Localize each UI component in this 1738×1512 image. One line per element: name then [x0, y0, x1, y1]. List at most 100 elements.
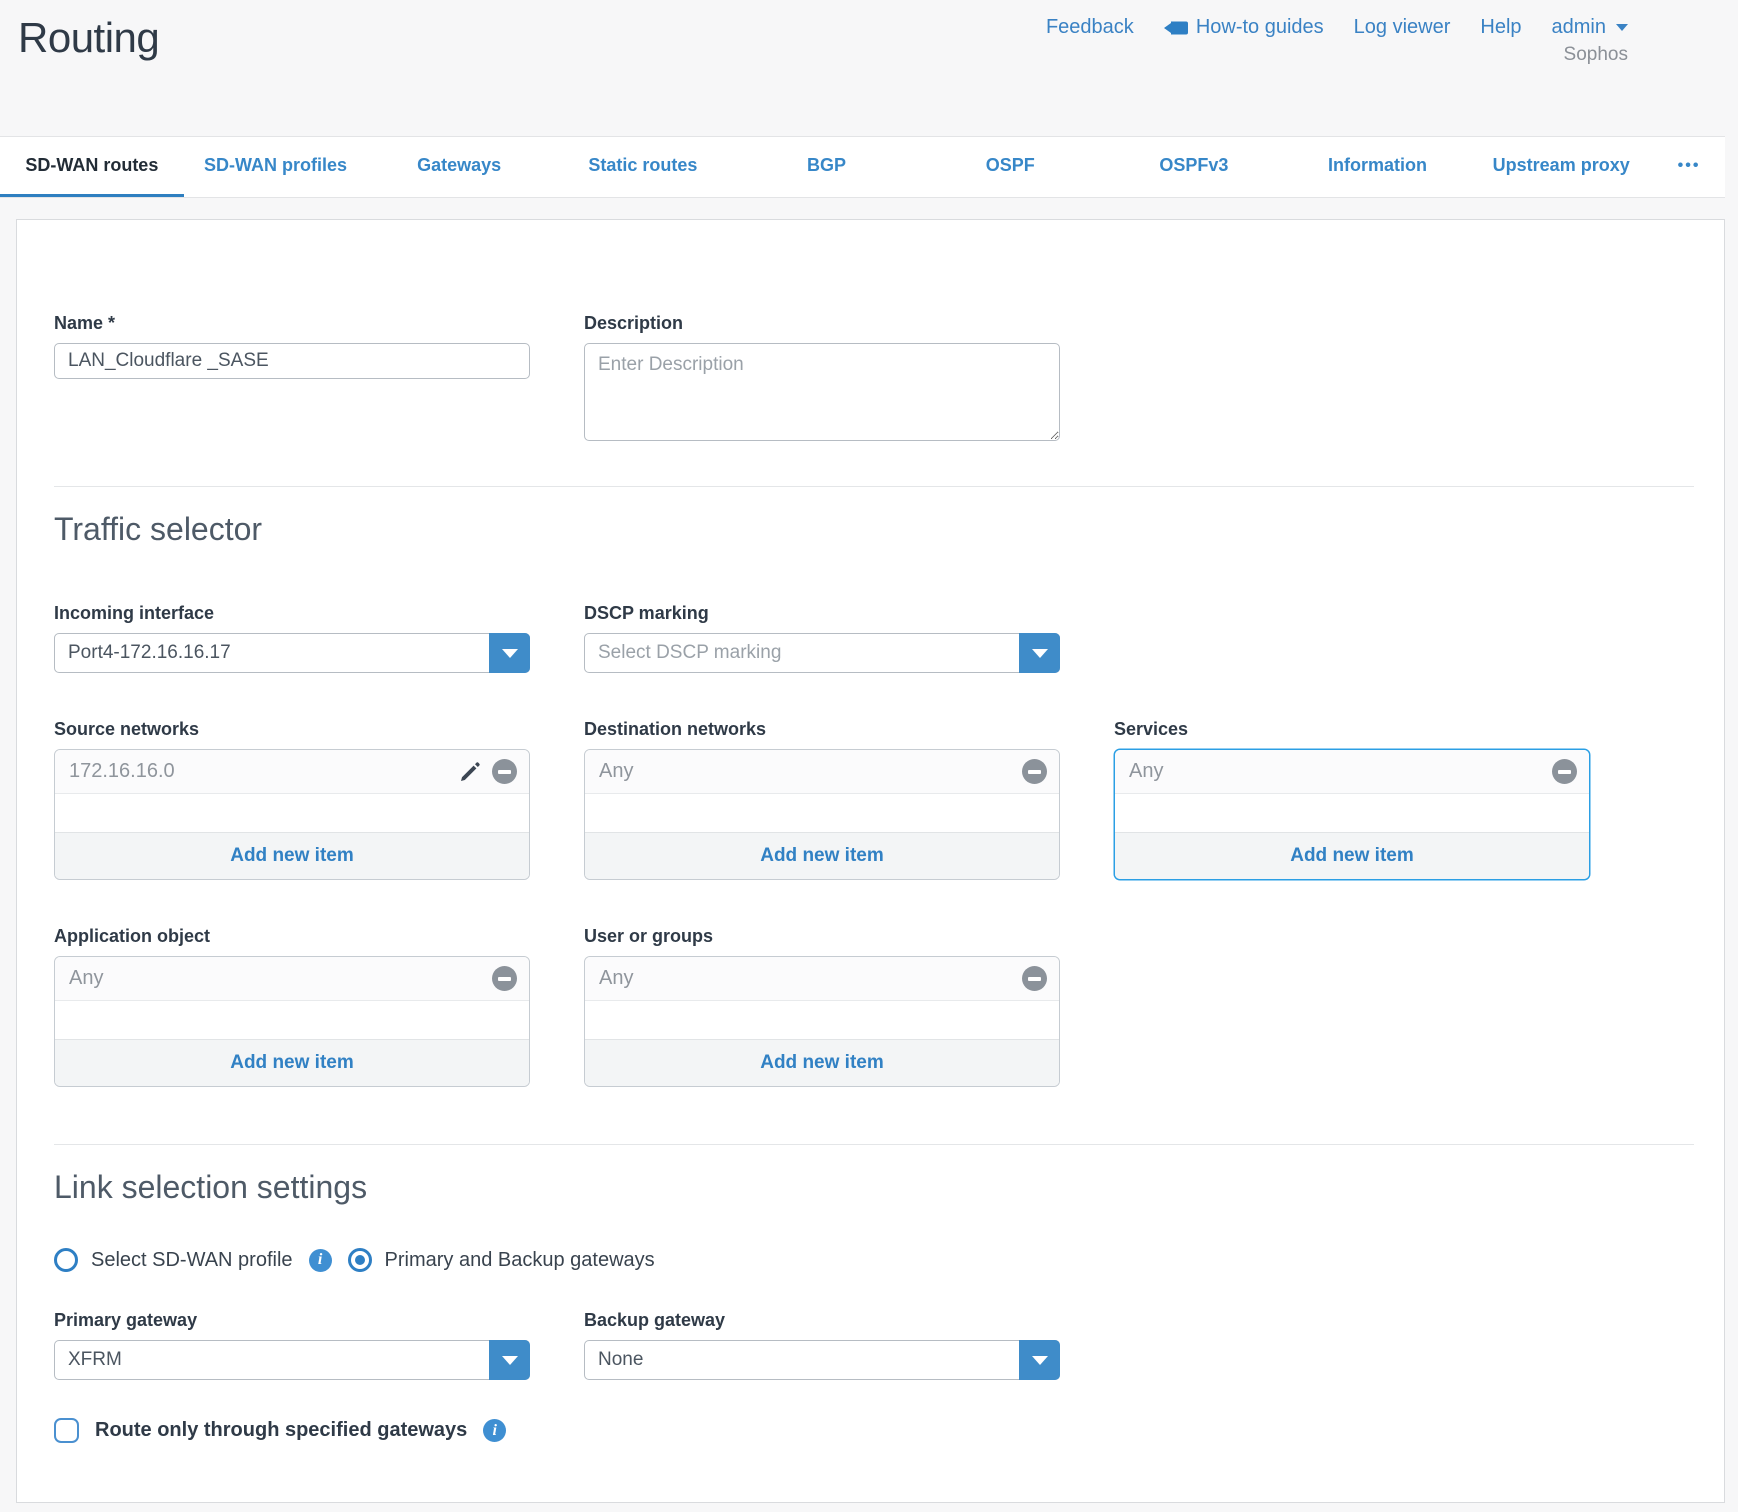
application-object-label: Application object: [54, 926, 530, 947]
traffic-selector-heading: Traffic selector: [54, 511, 1724, 548]
tab-gateways[interactable]: Gateways: [367, 137, 551, 197]
more-tabs-ellipsis-icon[interactable]: •••: [1653, 137, 1725, 197]
tab-upstream-proxy[interactable]: Upstream proxy: [1469, 137, 1653, 197]
primary-gateway-label: Primary gateway: [54, 1310, 530, 1331]
dscp-marking-label: DSCP marking: [584, 603, 1060, 624]
admin-menu[interactable]: admin: [1552, 16, 1628, 39]
chevron-down-icon: [502, 649, 518, 658]
radio-select-sdwan-profile[interactable]: Select SD-WAN profile: [54, 1248, 293, 1272]
networks-services-row: Source networks 172.16.16.0 Add new item…: [54, 719, 1724, 880]
tab-bgp[interactable]: BGP: [735, 137, 919, 197]
incoming-interface-select[interactable]: Port4-172.16.16.17: [54, 633, 530, 673]
dropdown-button[interactable]: [1019, 633, 1060, 673]
tab-information[interactable]: Information: [1286, 137, 1470, 197]
backup-gateway-select[interactable]: None: [584, 1340, 1060, 1380]
tab-sdwan-routes[interactable]: SD-WAN routes: [0, 137, 184, 197]
source-networks-panel: 172.16.16.0 Add new item: [54, 749, 530, 880]
dscp-marking-placeholder: Select DSCP marking: [585, 634, 1059, 672]
primary-gateway-value: XFRM: [55, 1341, 529, 1379]
add-new-item-button[interactable]: Add new item: [1115, 832, 1589, 879]
app-users-row: Application object Any Add new item User…: [54, 926, 1724, 1087]
info-icon[interactable]: i: [309, 1249, 332, 1272]
panel-spacer: [55, 794, 529, 832]
radio-label: Select SD-WAN profile: [91, 1249, 293, 1272]
destination-networks-panel: Any Add new item: [584, 749, 1060, 880]
list-item: Any: [55, 957, 529, 1001]
panel-spacer: [1115, 794, 1589, 832]
list-item-text: Any: [599, 967, 1022, 990]
section-divider: [54, 486, 1694, 487]
add-new-item-button[interactable]: Add new item: [55, 1039, 529, 1086]
radio-label: Primary and Backup gateways: [385, 1249, 655, 1272]
tab-static-routes[interactable]: Static routes: [551, 137, 735, 197]
dropdown-button[interactable]: [1019, 1340, 1060, 1380]
destination-networks-label: Destination networks: [584, 719, 1060, 740]
info-icon[interactable]: i: [483, 1419, 506, 1442]
chevron-down-icon: [1616, 24, 1628, 31]
list-item-text: Any: [1129, 760, 1552, 783]
tab-sdwan-profiles[interactable]: SD-WAN profiles: [184, 137, 368, 197]
add-new-item-button[interactable]: Add new item: [585, 1039, 1059, 1086]
list-item-text: 172.16.16.0: [69, 760, 458, 783]
section-divider: [54, 1144, 1694, 1145]
route-only-label: Route only through specified gateways: [95, 1419, 467, 1442]
chevron-down-icon: [1032, 649, 1048, 658]
routing-tabbar: SD-WAN routes SD-WAN profiles Gateways S…: [0, 136, 1725, 198]
dropdown-button[interactable]: [489, 1340, 530, 1380]
header-links: Feedback How-to guides Log viewer Help a…: [1046, 16, 1628, 39]
route-only-checkbox[interactable]: [54, 1418, 79, 1443]
user-or-groups-label: User or groups: [584, 926, 1060, 947]
panel-spacer: [55, 1001, 529, 1039]
list-item-text: Any: [599, 760, 1022, 783]
services-panel: Any Add new item: [1114, 749, 1590, 880]
page-header: Routing Feedback How-to guides Log viewe…: [0, 0, 1738, 136]
radio-selected-icon[interactable]: [348, 1248, 372, 1272]
dscp-marking-select[interactable]: Select DSCP marking: [584, 633, 1060, 673]
remove-item-icon[interactable]: [1552, 759, 1577, 784]
edit-pencil-icon[interactable]: [458, 760, 482, 784]
add-new-item-button[interactable]: Add new item: [55, 832, 529, 879]
incoming-interface-label: Incoming interface: [54, 603, 530, 624]
chevron-down-icon: [1032, 1356, 1048, 1365]
name-label: Name *: [54, 313, 530, 334]
tab-ospf[interactable]: OSPF: [918, 137, 1102, 197]
description-label: Description: [584, 313, 1060, 334]
panel-spacer: [585, 1001, 1059, 1039]
list-item-text: Any: [69, 967, 492, 990]
list-item: Any: [585, 750, 1059, 794]
log-viewer-link[interactable]: Log viewer: [1354, 16, 1451, 39]
dropdown-button[interactable]: [489, 633, 530, 673]
name-input[interactable]: [54, 343, 530, 379]
tab-ospfv3[interactable]: OSPFv3: [1102, 137, 1286, 197]
application-object-panel: Any Add new item: [54, 956, 530, 1087]
remove-item-icon[interactable]: [1022, 759, 1047, 784]
interface-dscp-row: Incoming interface Port4-172.16.16.17 DS…: [54, 603, 1724, 673]
user-or-groups-panel: Any Add new item: [584, 956, 1060, 1087]
backup-gateway-value: None: [585, 1341, 1059, 1379]
source-networks-label: Source networks: [54, 719, 530, 740]
panel-spacer: [585, 794, 1059, 832]
remove-item-icon[interactable]: [492, 966, 517, 991]
route-only-row: Route only through specified gateways i: [54, 1418, 1724, 1443]
list-item: Any: [1115, 750, 1589, 794]
backup-gateway-label: Backup gateway: [584, 1310, 1060, 1331]
list-item: Any: [585, 957, 1059, 1001]
chevron-down-icon: [502, 1356, 518, 1365]
services-label: Services: [1114, 719, 1590, 740]
remove-item-icon[interactable]: [492, 759, 517, 784]
radio-primary-backup-gateways[interactable]: Primary and Backup gateways: [348, 1248, 655, 1272]
incoming-interface-value: Port4-172.16.16.17: [55, 634, 529, 672]
feedback-link[interactable]: Feedback: [1046, 16, 1134, 39]
gateways-row: Primary gateway XFRM Backup gateway None: [54, 1310, 1724, 1380]
description-input[interactable]: [584, 343, 1060, 441]
video-camera-icon: [1164, 20, 1188, 36]
add-new-item-button[interactable]: Add new item: [585, 832, 1059, 879]
help-link[interactable]: Help: [1480, 16, 1521, 39]
radio-unselected-icon[interactable]: [54, 1248, 78, 1272]
routing-page: Routing Feedback How-to guides Log viewe…: [0, 0, 1738, 1503]
link-selection-radios: Select SD-WAN profile i Primary and Back…: [54, 1248, 1724, 1272]
remove-item-icon[interactable]: [1022, 966, 1047, 991]
link-selection-heading: Link selection settings: [54, 1169, 1724, 1206]
howto-guides-link[interactable]: How-to guides: [1164, 16, 1324, 39]
primary-gateway-select[interactable]: XFRM: [54, 1340, 530, 1380]
